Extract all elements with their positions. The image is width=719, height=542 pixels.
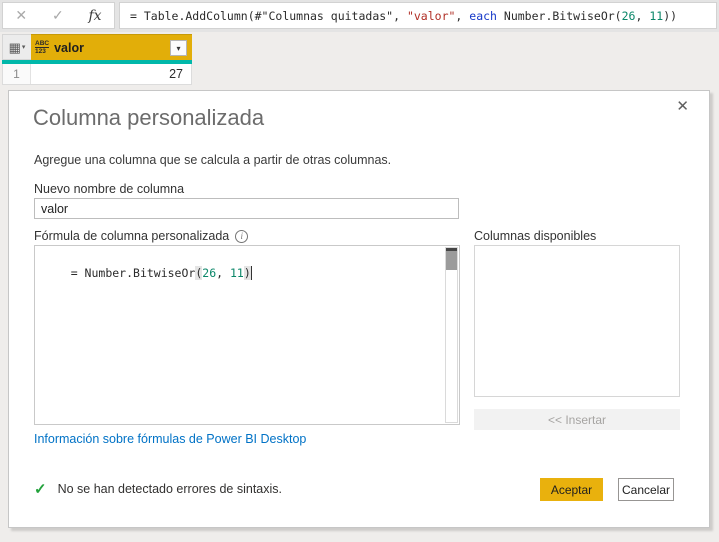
power-query-editor: { "formula_bar": { "cancel_icon": "✕", "… — [0, 0, 719, 542]
custom-column-dialog: ✕ Columna personalizada Agregue una colu… — [8, 90, 710, 528]
dialog-subtitle: Agregue una columna que se calcula a par… — [34, 153, 391, 167]
custom-formula-label: Fórmula de columna personalizada i — [34, 229, 248, 243]
available-columns-listbox[interactable] — [474, 245, 680, 397]
insert-button[interactable]: << Insertar — [474, 409, 680, 430]
check-icon: ✓ — [34, 480, 47, 498]
column-type-icon: ABC 123 — [35, 40, 49, 54]
column-header-valor[interactable]: ABC 123 valor ▾ — [31, 34, 192, 60]
formula-editor[interactable]: = Number.BitwiseOr(26, 11) — [34, 245, 460, 425]
filter-arrow-icon: ▾ — [176, 44, 180, 53]
accept-button[interactable]: Aceptar — [540, 478, 603, 501]
table-grid-icon: ▦ — [9, 41, 21, 54]
cell-value[interactable]: 27 — [31, 64, 191, 84]
scrollbar-thumb[interactable] — [446, 248, 457, 270]
table-select-all-button[interactable]: ▦ ▾ — [2, 34, 31, 60]
table-row[interactable]: 1 27 — [2, 64, 192, 85]
available-columns-label: Columnas disponibles — [474, 229, 596, 243]
row-number: 1 — [3, 64, 31, 84]
new-column-name-input[interactable] — [34, 198, 459, 219]
formulas-help-link[interactable]: Información sobre fórmulas de Power BI D… — [34, 432, 306, 446]
formula-editor-scrollbar[interactable] — [445, 247, 458, 423]
formula-bar: ✕ ✓ fx = Table.AddColumn(#"Columnas quit… — [0, 0, 719, 32]
chevron-down-icon: ▾ — [22, 43, 26, 51]
close-icon[interactable]: ✕ — [676, 97, 689, 115]
syntax-status-text: No se han detectado errores de sintaxis. — [58, 482, 282, 496]
formula-bar-buttons: ✕ ✓ fx — [2, 2, 115, 29]
info-icon[interactable]: i — [235, 230, 248, 243]
new-column-name-label: Nuevo nombre de columna — [34, 182, 184, 196]
commit-entry-icon[interactable]: ✓ — [52, 7, 64, 24]
table-header-row: ▦ ▾ ABC 123 valor ▾ — [2, 34, 192, 60]
fx-icon[interactable]: fx — [89, 8, 102, 24]
cancel-button[interactable]: Cancelar — [618, 478, 674, 501]
syntax-status: ✓ No se han detectado errores de sintaxi… — [34, 480, 282, 498]
column-name: valor — [54, 41, 84, 55]
column-filter-button[interactable]: ▾ — [170, 40, 187, 56]
formula-bar-input[interactable]: = Table.AddColumn(#"Columnas quitadas", … — [119, 2, 717, 29]
dialog-title: Columna personalizada — [33, 105, 264, 131]
cancel-entry-icon[interactable]: ✕ — [15, 7, 27, 24]
table-preview: ▦ ▾ ABC 123 valor ▾ 1 27 — [2, 34, 192, 85]
